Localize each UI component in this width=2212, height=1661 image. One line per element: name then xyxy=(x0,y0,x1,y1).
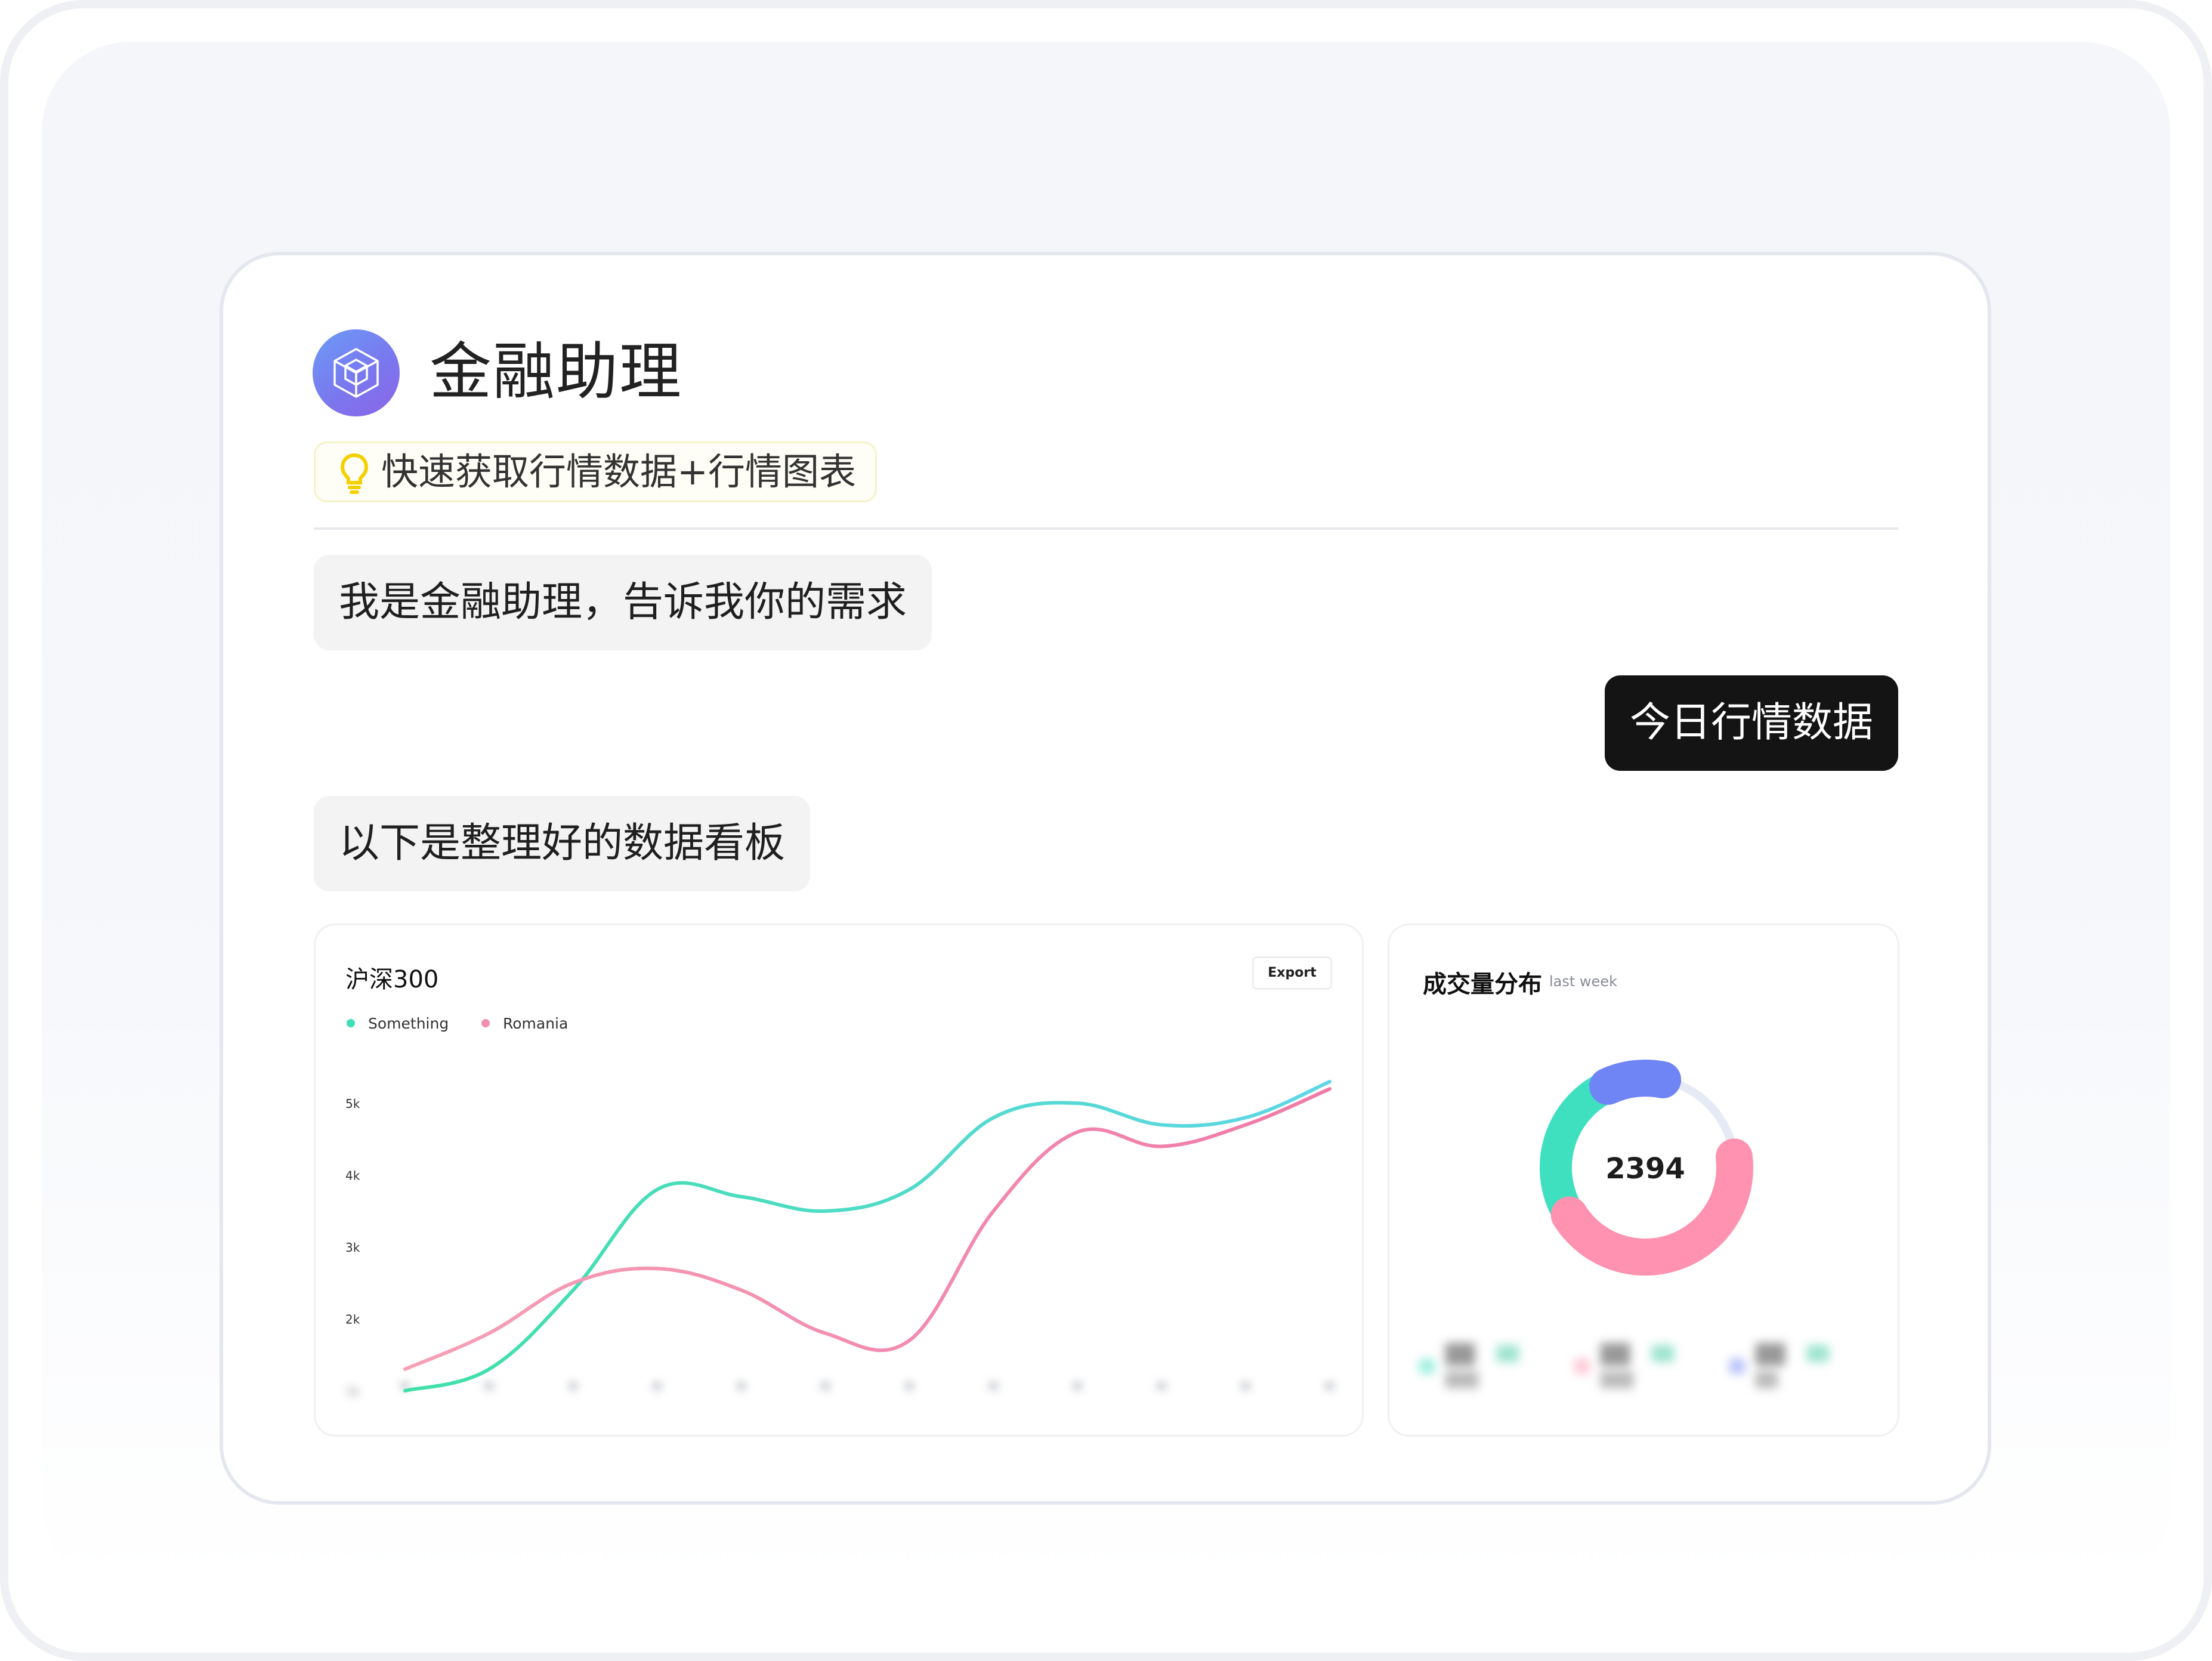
x-tick-label xyxy=(484,1382,494,1390)
x-tick-label xyxy=(1157,1382,1167,1390)
x-tick-label xyxy=(904,1382,915,1390)
divider xyxy=(314,527,1898,530)
x-tick-label xyxy=(988,1382,999,1390)
assistant-message: 以下是整理好的数据看板 xyxy=(314,796,811,891)
lightbulb-icon xyxy=(340,453,369,494)
hint-text: 快速获取行情数据+行情图表 xyxy=(381,450,856,493)
x-tick-label xyxy=(652,1382,662,1390)
user-message: 今日行情数据 xyxy=(1604,675,1898,771)
x-tick-label xyxy=(736,1382,746,1390)
y-tick-label: 3k xyxy=(345,1240,360,1255)
donut-center-value: 2394 xyxy=(1605,1152,1685,1185)
app-title: 金融助理 xyxy=(430,335,683,408)
donut-slice-green[interactable] xyxy=(1540,1072,1615,1224)
y-tick-label: 4k xyxy=(345,1169,360,1183)
series-line-something xyxy=(403,1080,1331,1393)
series-line-romania xyxy=(403,1087,1331,1371)
x-tick-label xyxy=(1325,1382,1334,1390)
line-chart-panel: 沪深300 Export Something Romania 2k 3k 4k 5k 1… xyxy=(314,924,1364,1437)
assistant-avatar xyxy=(313,329,400,416)
donut-slice-blue[interactable] xyxy=(1589,1060,1682,1105)
cube-icon xyxy=(333,348,379,398)
assistant-message: 我是金融助理，告诉我你的需求 xyxy=(314,555,932,650)
y-tick-label-blurred: 1k xyxy=(345,1384,360,1398)
y-tick-label: 5k xyxy=(345,1097,360,1111)
x-tick-label xyxy=(820,1382,830,1390)
x-tick-label xyxy=(568,1382,578,1390)
x-tick-label xyxy=(1073,1382,1083,1390)
donut-chart-panel: 成交量分布 last week 2394 ██ ██ ███ ██ ██ ███ ██ █… xyxy=(1388,924,1899,1437)
line-chart: 2k 3k 4k 5k 1k xyxy=(345,1080,1334,1398)
hint-chip[interactable]: 快速获取行情数据+行情图表 xyxy=(314,442,877,502)
x-tick-label xyxy=(1241,1382,1251,1390)
y-tick-label: 2k xyxy=(345,1313,360,1327)
